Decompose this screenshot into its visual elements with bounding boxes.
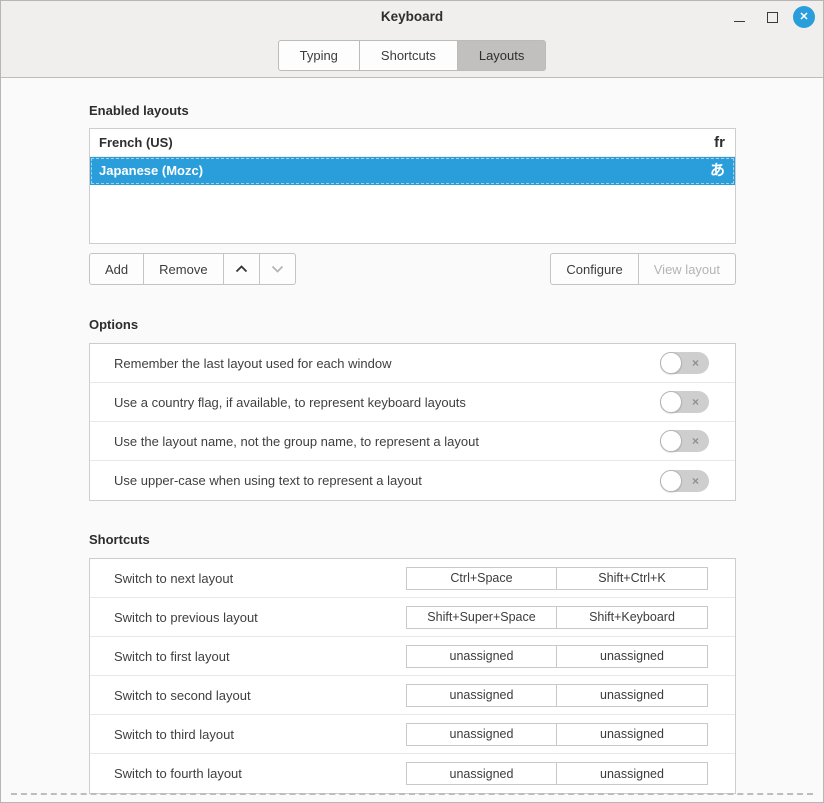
shortcut-row: Switch to previous layout Shift+Super+Sp… [90, 598, 735, 637]
keybinding-button-primary[interactable]: unassigned [406, 645, 557, 668]
option-label: Use a country flag, if available, to rep… [114, 395, 660, 410]
shortcut-row: Switch to first layout unassigned unassi… [90, 637, 735, 676]
shortcut-label: Switch to fourth layout [114, 766, 406, 781]
keybinding-button-primary[interactable]: unassigned [406, 762, 557, 785]
move-up-button[interactable] [224, 253, 260, 285]
option-label: Use the layout name, not the group name,… [114, 434, 660, 449]
minimize-icon [734, 21, 745, 22]
enabled-layouts-heading: Enabled layouts [89, 104, 736, 118]
option-row: Use the layout name, not the group name,… [90, 422, 735, 461]
window-controls: ✕ [727, 1, 815, 33]
layout-indicator-badge: fr [714, 135, 725, 150]
enabled-layouts-list: French (US) fr Japanese (Mozc) あ [89, 128, 736, 244]
shortcut-label: Switch to third layout [114, 727, 406, 742]
window-header: Keyboard ✕ Typing Shortcuts [1, 1, 823, 78]
option-row: Remember the last layout used for each w… [90, 344, 735, 383]
shortcut-row: Switch to third layout unassigned unassi… [90, 715, 735, 754]
shortcut-label: Switch to next layout [114, 571, 406, 586]
keybinding-button-primary[interactable]: Shift+Super+Space [406, 606, 557, 629]
close-button[interactable]: ✕ [793, 6, 815, 28]
keybinding-button-secondary[interactable]: unassigned [557, 684, 708, 707]
view-layout-button[interactable]: View layout [639, 253, 736, 285]
layouts-toolbar: Add Remove Configure View layout [89, 253, 736, 285]
option-row: Use a country flag, if available, to rep… [90, 383, 735, 422]
scroll-edge-dashed-line [11, 793, 813, 795]
shortcut-label: Switch to second layout [114, 688, 406, 703]
options-heading: Options [89, 318, 736, 332]
options-section: Options Remember the last layout used fo… [89, 318, 736, 501]
toggle-off-x-icon: × [692, 475, 699, 487]
shortcuts-box: Switch to next layout Ctrl+Space Shift+C… [89, 558, 736, 794]
shortcut-label: Switch to previous layout [114, 610, 406, 625]
layout-list-item[interactable]: French (US) fr [90, 129, 735, 157]
toggle-switch[interactable]: × [660, 470, 709, 492]
keybinding-group: Shift+Super+Space Shift+Keyboard [406, 606, 708, 629]
layout-name: Japanese (Mozc) [99, 163, 710, 178]
toggle-knob [660, 470, 682, 492]
toggle-knob [660, 430, 682, 452]
keyboard-window: Keyboard ✕ Typing Shortcuts [0, 0, 824, 803]
keybinding-button-secondary[interactable]: Shift+Ctrl+K [557, 567, 708, 590]
option-row: Use upper-case when using text to repres… [90, 461, 735, 500]
keybinding-group: unassigned unassigned [406, 645, 708, 668]
tab[interactable]: Shortcuts [360, 40, 458, 71]
keybinding-group: Ctrl+Space Shift+Ctrl+K [406, 567, 708, 590]
keybinding-button-secondary[interactable]: Shift+Keyboard [557, 606, 708, 629]
minimize-button[interactable] [727, 5, 751, 29]
keybinding-button-primary[interactable]: Ctrl+Space [406, 567, 557, 590]
keybinding-button-secondary[interactable]: unassigned [557, 762, 708, 785]
chevron-down-icon [271, 265, 284, 273]
layout-actions-button-group: Configure View layout [550, 253, 736, 285]
toggle-off-x-icon: × [692, 435, 699, 447]
tab[interactable]: Layouts [458, 40, 547, 71]
keybinding-button-primary[interactable]: unassigned [406, 684, 557, 707]
keybinding-button-secondary[interactable]: unassigned [557, 645, 708, 668]
move-down-button[interactable] [260, 253, 296, 285]
chevron-up-icon [235, 265, 248, 273]
window-title: Keyboard [1, 9, 823, 24]
toggle-knob [660, 352, 682, 374]
tab-bar: Typing Shortcuts Layouts [1, 40, 823, 71]
add-button[interactable]: Add [89, 253, 144, 285]
maximize-button[interactable] [760, 5, 784, 29]
list-edit-button-group: Add Remove [89, 253, 296, 285]
option-label: Use upper-case when using text to repres… [114, 473, 660, 488]
shortcut-row: Switch to second layout unassigned unass… [90, 676, 735, 715]
tab[interactable]: Typing [278, 40, 360, 71]
shortcuts-heading: Shortcuts [89, 533, 736, 547]
keybinding-group: unassigned unassigned [406, 723, 708, 746]
remove-button[interactable]: Remove [144, 253, 223, 285]
close-icon: ✕ [799, 12, 808, 23]
toggle-switch[interactable]: × [660, 352, 709, 374]
configure-button[interactable]: Configure [550, 253, 638, 285]
toggle-knob [660, 391, 682, 413]
tab-group: Typing Shortcuts Layouts [278, 40, 547, 71]
keybinding-button-secondary[interactable]: unassigned [557, 723, 708, 746]
layout-list-item[interactable]: Japanese (Mozc) あ [90, 157, 735, 185]
option-label: Remember the last layout used for each w… [114, 356, 660, 371]
layout-indicator-badge: あ [710, 163, 725, 178]
maximize-icon [767, 12, 778, 23]
shortcuts-section: Shortcuts Switch to next layout Ctrl+Spa… [89, 533, 736, 794]
shortcut-row: Switch to next layout Ctrl+Space Shift+C… [90, 559, 735, 598]
keybinding-group: unassigned unassigned [406, 762, 708, 785]
keybinding-button-primary[interactable]: unassigned [406, 723, 557, 746]
keybinding-group: unassigned unassigned [406, 684, 708, 707]
options-box: Remember the last layout used for each w… [89, 343, 736, 501]
toggle-off-x-icon: × [692, 396, 699, 408]
toggle-switch[interactable]: × [660, 430, 709, 452]
layouts-page: Enabled layouts French (US) fr Japanese … [1, 78, 823, 794]
toggle-switch[interactable]: × [660, 391, 709, 413]
layout-name: French (US) [99, 135, 714, 150]
shortcut-label: Switch to first layout [114, 649, 406, 664]
toggle-off-x-icon: × [692, 357, 699, 369]
titlebar[interactable]: Keyboard ✕ [1, 1, 823, 33]
shortcut-row: Switch to fourth layout unassigned unass… [90, 754, 735, 793]
